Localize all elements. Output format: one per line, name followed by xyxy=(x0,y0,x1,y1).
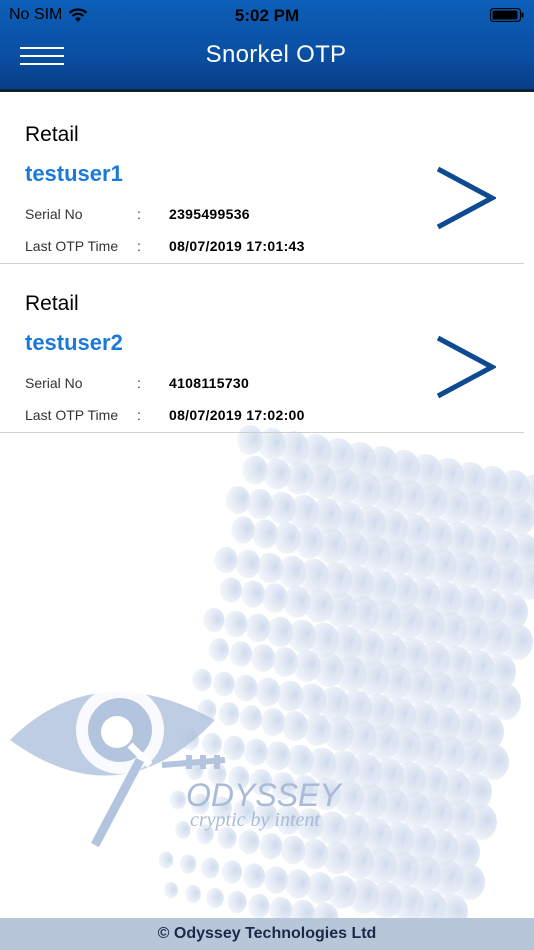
serial-value: 4108115730 xyxy=(169,375,250,391)
entry-type: Retail xyxy=(25,292,79,315)
last-otp-label: Last OTP Time xyxy=(25,407,119,423)
page-title: Snorkel OTP xyxy=(205,41,347,68)
otp-entry-list: Retail testuser1 Serial No : 2395499536 … xyxy=(0,95,534,433)
battery-icon xyxy=(490,8,524,22)
app-header: No SIM 5:02 PM Snorkel OTP xyxy=(0,0,534,92)
chevron-right-icon[interactable] xyxy=(436,335,496,399)
status-time: 5:02 PM xyxy=(234,6,300,25)
logo-tagline: cryptic by intent xyxy=(190,809,320,831)
serial-colon: : xyxy=(137,375,141,391)
serial-label: Serial No xyxy=(25,375,83,391)
entry-username[interactable]: testuser2 xyxy=(25,330,123,356)
entry-type: Retail xyxy=(25,123,79,146)
chevron-right-icon[interactable] xyxy=(436,166,496,230)
serial-value: 2395499536 xyxy=(169,206,250,222)
otp-entry-card[interactable]: Retail testuser2 Serial No : 4108115730 … xyxy=(0,264,524,433)
otp-entry-card[interactable]: Retail testuser1 Serial No : 2395499536 … xyxy=(0,95,524,264)
last-otp-colon: : xyxy=(137,238,141,254)
logo-name: ODYSSEY xyxy=(186,777,343,813)
footer-copyright: © Odyssey Technologies Ltd xyxy=(0,918,534,950)
serial-label: Serial No xyxy=(25,206,83,222)
last-otp-value: 08/07/2019 17:02:00 xyxy=(169,407,305,423)
last-otp-label: Last OTP Time xyxy=(25,238,119,254)
status-bar: No SIM 5:02 PM xyxy=(0,0,534,32)
odyssey-background-art: ODYSSEY cryptic by intent xyxy=(10,425,534,920)
last-otp-colon: : xyxy=(137,407,141,423)
entry-username[interactable]: testuser1 xyxy=(25,161,123,187)
last-otp-value: 08/07/2019 17:01:43 xyxy=(169,238,305,254)
serial-colon: : xyxy=(137,206,141,222)
